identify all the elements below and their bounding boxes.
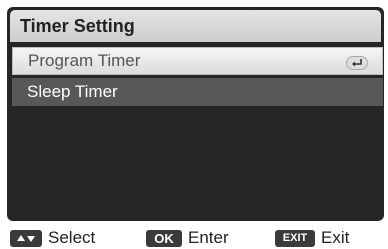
tv-menu-screen: Timer Setting Program Timer Sleep Timer — [7, 7, 384, 221]
hint-select: Select — [10, 228, 95, 248]
menu-item-label: Sleep Timer — [27, 82, 118, 101]
menu-item-program-timer[interactable]: Program Timer — [12, 47, 383, 75]
hint-exit: EXIT Exit — [275, 228, 349, 248]
exit-key-icon: EXIT — [275, 229, 315, 247]
hint-exit-label: Exit — [321, 228, 350, 247]
key-hint-bar: Select OK Enter EXIT Exit — [0, 225, 388, 249]
hint-enter-label: Enter — [188, 228, 229, 247]
menu-title-bar: Timer Setting — [10, 10, 381, 42]
hint-enter: OK Enter — [146, 228, 229, 248]
menu-item-label: Program Timer — [28, 51, 141, 70]
menu-title: Timer Setting — [20, 15, 135, 36]
up-down-arrows-icon — [10, 229, 42, 247]
enter-return-icon — [346, 56, 368, 70]
ok-key-icon: OK — [146, 229, 182, 247]
hint-select-label: Select — [48, 228, 96, 247]
menu-item-sleep-timer[interactable]: Sleep Timer — [12, 78, 383, 106]
